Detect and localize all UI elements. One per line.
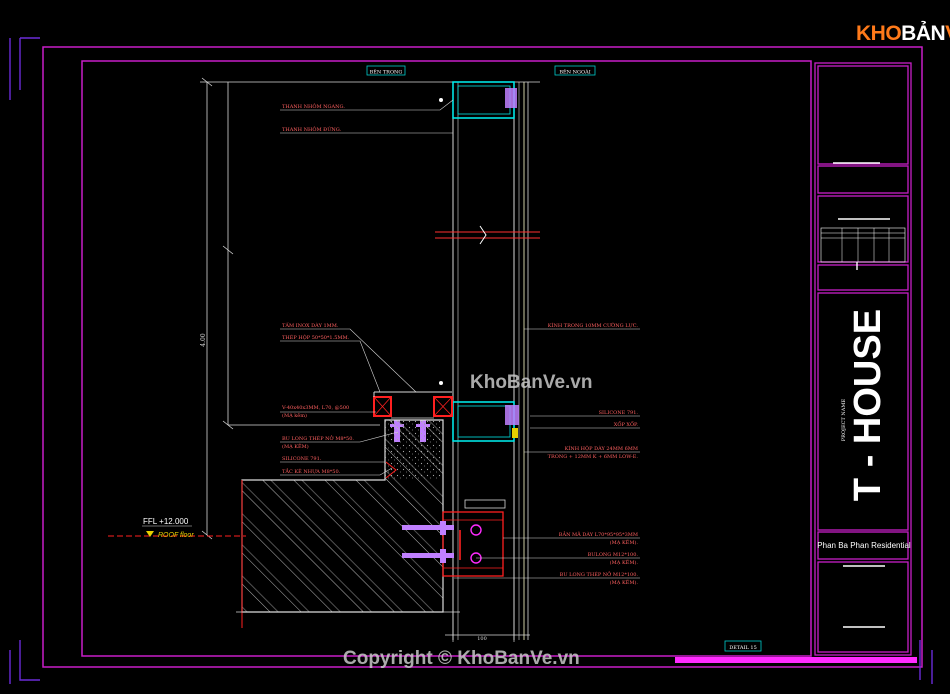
label-vertical-bar: THANH NHÔM ĐỨNG. (282, 125, 342, 133)
label-silicone-left: SILICONE 791. (282, 456, 322, 462)
label-foam: XỐP XỐP. (614, 420, 639, 428)
roof-label: ROOF floor (158, 532, 194, 539)
logo-part-2: BẢN (901, 22, 946, 45)
project-name: T - HOUSE (847, 309, 889, 501)
label-expansion-note: (MẠ KẼM). (610, 578, 639, 586)
top-transom (439, 81, 517, 119)
label-horizontal-bar: THANH NHÔM NGANG. (282, 102, 345, 110)
logo-part-3: VẼ (945, 22, 950, 45)
label-plate: BẢN MÃ DÀY L70*95*95*3MM (559, 530, 638, 538)
label-bolt-note: (MẠ KẼM). (610, 558, 639, 566)
watermark-center: KhoBanVe.vn (470, 372, 593, 393)
label-plate-note: (MẠ KẼM). (610, 538, 639, 546)
concrete-slab (236, 419, 460, 628)
labels-left: THANH NHÔM NGANG. THANH NHÔM ĐỨNG. TẤM I… (281, 102, 354, 475)
label-igu-spec: TRONG + 12MM K + 6MM LOW-E. (548, 454, 639, 460)
section-outside: BÊN NGOÀI (559, 68, 590, 76)
logo-part-1: KHO (856, 22, 902, 45)
label-expansion-bolt: BU LONG THÉP NỞ M12*100. (560, 570, 639, 578)
label-angle: V-40x40x3MM, L70, @500 (281, 404, 349, 411)
label-anchor-bolt: BU LONG THÉP NỞ M8*50. (282, 434, 354, 442)
dim-bottom: 100 (477, 636, 487, 642)
label-anchor-note: (MẠ KẼM) (282, 442, 309, 450)
label-bolt: BULONG M12*100. (588, 552, 639, 558)
client-name: Phan Ba Phan Residential (817, 541, 911, 550)
sheet-frame (9, 37, 933, 684)
label-steel-box: THÉP HỘP 50*50*1.5MM. (282, 333, 350, 341)
ffl-label: FFL +12.000 (143, 517, 189, 526)
label-inner-glass: KÍNH TRONG 10MM CƯỜNG LỰC. (548, 321, 639, 329)
labels-right: KÍNH TRONG 10MM CƯỜNG LỰC. SILICONE 791.… (548, 321, 639, 586)
label-silicone-right: SILICONE 791. (599, 410, 639, 416)
site-logo: KHOBẢNVẼ (856, 22, 950, 46)
cad-drawing: PROJECT NAME T - HOUSE Phan Ba Phan Resi… (9, 37, 933, 684)
label-angle-note: (MẠ kẽm) (282, 412, 307, 419)
watermark-footer: Copyright © KhoBanVe.vn (343, 648, 580, 669)
detail-tag: DETAIL 15 (729, 645, 757, 651)
label-inox-plate: TẤM INOX DÀY 1MM. (282, 321, 339, 329)
label-igu: KÍNH HỘP DÀY 24MM 6MM (565, 444, 638, 452)
label-plastic-plug: TẮC KÊ NHỰA M8*50. (282, 467, 341, 475)
section-inside: BÊN TRONG (370, 68, 403, 76)
dimension-total: 4.00 (200, 333, 207, 347)
